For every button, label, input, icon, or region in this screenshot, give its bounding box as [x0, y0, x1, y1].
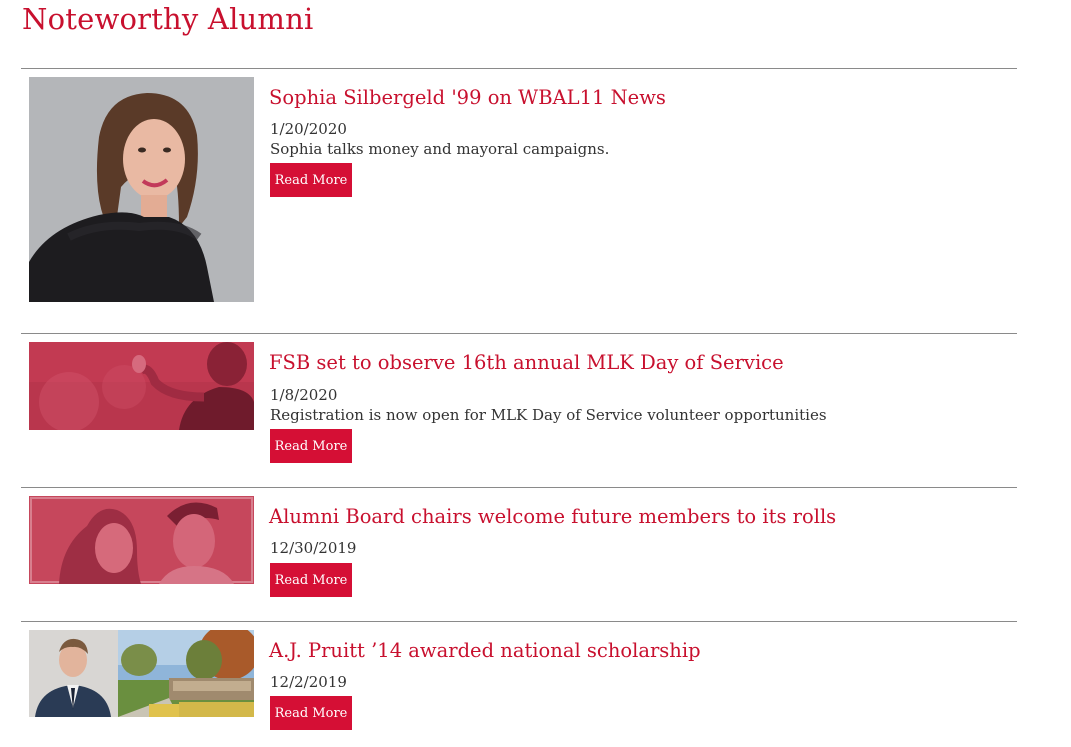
- article-date: 12/30/2019: [270, 539, 357, 557]
- read-more-button[interactable]: Read More: [270, 563, 352, 597]
- divider: [21, 621, 1017, 622]
- alumni-board-photo: [29, 496, 254, 584]
- article-title[interactable]: FSB set to observe 16th annual MLK Day o…: [269, 351, 784, 374]
- portrait-photo: [29, 77, 254, 302]
- article-thumbnail-alumni-board[interactable]: [29, 496, 254, 584]
- divider: [21, 333, 1017, 334]
- page-title: Noteworthy Alumni: [22, 2, 314, 36]
- read-more-button[interactable]: Read More: [270, 696, 352, 730]
- read-more-button[interactable]: Read More: [270, 429, 352, 463]
- article-title[interactable]: Sophia Silbergeld '99 on WBAL11 News: [269, 86, 666, 109]
- article-description: Registration is now open for MLK Day of …: [270, 406, 827, 424]
- article-date: 12/2/2019: [270, 673, 347, 691]
- article-description: Sophia talks money and mayoral campaigns…: [270, 140, 610, 158]
- article-date: 1/8/2020: [270, 386, 338, 404]
- article-title[interactable]: Alumni Board chairs welcome future membe…: [269, 505, 836, 528]
- mlk-photo: [29, 342, 254, 430]
- article-thumbnail-sophia[interactable]: [29, 77, 254, 302]
- pruitt-campus-photo: [29, 630, 254, 717]
- read-more-button[interactable]: Read More: [270, 163, 352, 197]
- article-thumbnail-pruitt[interactable]: [29, 630, 254, 717]
- article-thumbnail-mlk[interactable]: [29, 342, 254, 430]
- divider: [21, 487, 1017, 488]
- article-title[interactable]: A.J. Pruitt ’14 awarded national scholar…: [269, 639, 701, 662]
- divider: [21, 68, 1017, 69]
- article-date: 1/20/2020: [270, 120, 347, 138]
